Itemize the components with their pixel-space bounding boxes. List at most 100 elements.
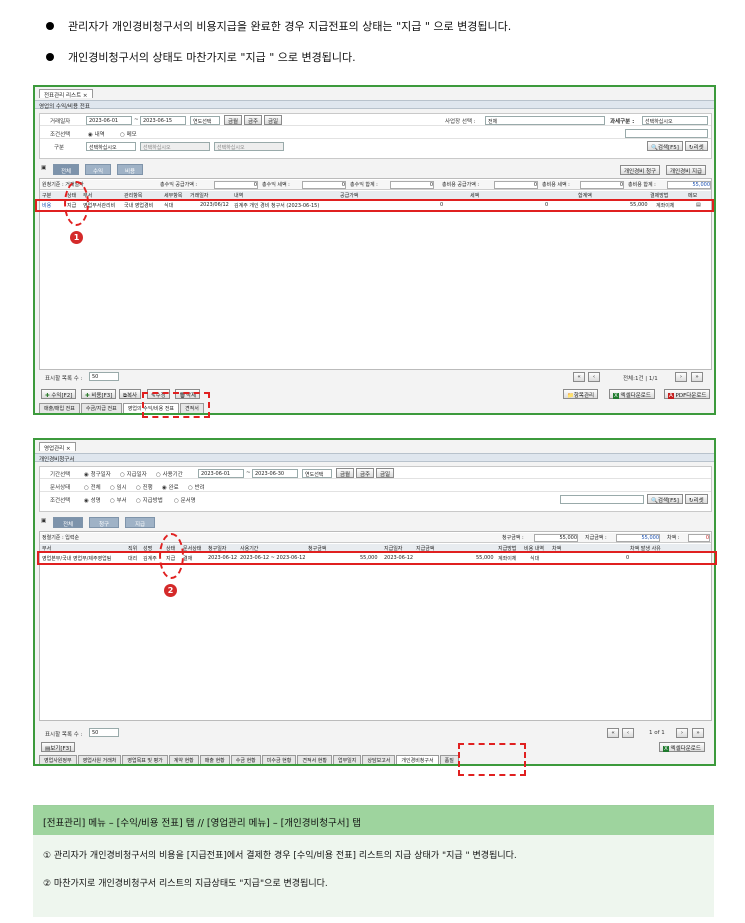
item-manage-button[interactable]: 📁항목관리 [563, 389, 599, 399]
date-from-input[interactable]: 2023-06-01 [86, 116, 132, 125]
prev-page-button[interactable]: ‹ [622, 728, 634, 738]
excel-download-button[interactable]: X 엑셀다운로드 [609, 389, 655, 399]
tab-all[interactable]: 전체 [53, 164, 79, 175]
tab-expense-claim[interactable]: 개인경비청구서 [396, 755, 439, 764]
year-select[interactable]: 연도선택 [190, 116, 220, 125]
this-week-button[interactable]: 금주 [356, 468, 375, 478]
this-month-button[interactable]: 금월 [336, 468, 355, 478]
this-week-button[interactable]: 금주 [244, 115, 263, 125]
kind-select-3[interactable]: 선택하십시오 [214, 142, 284, 151]
search-button[interactable]: 🔍검색[F5] [647, 494, 683, 504]
radio-doc-progress[interactable]: ○ 진행 [136, 483, 153, 491]
radio-name[interactable]: ◉ 성명 [84, 496, 101, 504]
first-page-button[interactable]: « [573, 372, 585, 382]
tab-quote-status[interactable]: 견적서 현황 [297, 755, 332, 764]
today-button[interactable]: 금일 [376, 468, 395, 478]
radio-doc-done[interactable]: ◉ 완료 [162, 483, 179, 491]
tab-contract[interactable]: 계약 현황 [168, 755, 199, 764]
tab-income[interactable]: 수익 [85, 164, 111, 175]
search-button[interactable]: 🔍검색[F5] [647, 141, 683, 151]
kind-select-2[interactable]: 선택하십시오 [140, 142, 210, 151]
tab-quality[interactable]: 품질 [439, 755, 459, 764]
prev-page-button[interactable]: ‹ [588, 372, 600, 382]
btn-label: 비용[F3] [91, 393, 113, 399]
date-to-input[interactable]: 2023-06-30 [252, 469, 298, 478]
tab-collect-status[interactable]: 수금 현황 [230, 755, 261, 764]
date-separator: ~ [134, 117, 139, 123]
this-month-button[interactable]: 금월 [224, 115, 243, 125]
excel-download-button[interactable]: X 엑셀다운로드 [659, 742, 705, 752]
tab-collect-pay[interactable]: 수금/지급 전표 [80, 403, 122, 413]
biz-select[interactable]: 전체 [485, 116, 605, 125]
claim-expense-button[interactable]: 개인경비 청구 [620, 165, 661, 175]
bullet-text: 관리자가 개인경비청구서의 비용지급을 완료한 경우 지급전표의 상태는 "지급… [68, 20, 512, 33]
last-page-button[interactable]: » [691, 372, 703, 382]
tab-cost[interactable]: 비용 [117, 164, 143, 175]
date-from-input[interactable]: 2023-06-01 [198, 469, 244, 478]
col-desc: 내역 [234, 193, 244, 199]
tab-sales-status[interactable]: 매출 현황 [199, 755, 230, 764]
tab-dash-box-1 [142, 392, 210, 418]
btn-label: 항목관리 [573, 393, 595, 399]
pdf-download-button[interactable]: A PDF다운로드 [664, 389, 711, 399]
radio-doc-temp[interactable]: ○ 임시 [110, 483, 127, 491]
radio-pay-method[interactable]: ○ 지급방법 [136, 496, 163, 504]
today-button[interactable]: 금일 [264, 115, 283, 125]
note-header: [전표관리] 메뉴 – [수익/비용 전표] 탭 // [영업관리 메뉴] – … [33, 806, 714, 835]
tab-consult[interactable]: 상담보고서 [362, 755, 396, 764]
marker-2: 2 [164, 584, 177, 597]
radio-doc-reject[interactable]: ○ 반려 [188, 483, 205, 491]
window-tab[interactable]: 전표관리 리스트 × [39, 89, 93, 99]
first-page-button[interactable]: « [607, 728, 619, 738]
reset-button[interactable]: ↻리셋 [685, 494, 708, 504]
tab-claim[interactable]: 청구 [89, 517, 119, 528]
btn-label: PDF다운로드 [675, 393, 707, 399]
tab-sales-purchase[interactable]: 매출/매입 전표 [39, 403, 80, 413]
col-item: 관리항목 [124, 193, 143, 199]
claim-label: 청구금액 : [502, 535, 524, 541]
date-to-input[interactable]: 2023-06-15 [140, 116, 186, 125]
cond-search-input[interactable] [560, 495, 644, 504]
page-info: 전체:1건 | 1/1 [623, 376, 658, 382]
radio-use-period[interactable]: ○ 사용기간 [156, 470, 183, 478]
window-tab[interactable]: 영업관리 × [39, 442, 76, 452]
cond-search-input[interactable] [625, 129, 708, 138]
radio-dept[interactable]: ○ 부서 [110, 496, 127, 504]
filter-panel: 기간선택 ◉ 청구일자 ○ 지급일자 ○ 사용기간 2023-06-01 ~ 2… [39, 466, 712, 512]
tab-goal[interactable]: 영업목표 및 평가 [122, 755, 168, 764]
tax-select[interactable]: 선택하십시오 [642, 116, 708, 125]
cost-tax-label: 총비용 세액 : [542, 182, 570, 188]
btn-label: 엑셀다운로드 [670, 746, 701, 752]
pay-expense-button[interactable]: 개인경비 지급 [666, 165, 707, 175]
tab-paid[interactable]: 지급 [125, 517, 155, 528]
tab-all[interactable]: 전체 [53, 517, 83, 528]
copy-button[interactable]: ⧉복사 [119, 389, 142, 399]
cost-add-button[interactable]: ✚ 비용[F3] [81, 389, 117, 399]
radio-pay-date[interactable]: ○ 지급일자 [120, 470, 147, 478]
income-add-button[interactable]: ✚ 수익[F2] [41, 389, 77, 399]
view-button[interactable]: ▤보기[F3] [41, 742, 76, 752]
tab-staff-client[interactable]: 영업사원 거래처 [77, 755, 122, 764]
search-icon: 🔍 [651, 498, 658, 504]
radio-label: 반려 [194, 485, 205, 491]
tab-work-log[interactable]: 업무일지 [332, 755, 362, 764]
tab-receivable[interactable]: 미수금 현황 [261, 755, 297, 764]
last-page-button[interactable]: » [692, 728, 704, 738]
kind-select-1[interactable]: 선택하십시오 [86, 142, 136, 151]
radio-claim-date[interactable]: ◉ 청구일자 [84, 470, 111, 478]
col-date: 거래일자 [190, 193, 209, 199]
radio-doc-name[interactable]: ○ 문서명 [174, 496, 196, 504]
next-page-button[interactable]: › [675, 372, 687, 382]
cond-radio-desc[interactable]: ◉ 내역 [88, 130, 105, 138]
radio-label: 내역 [94, 132, 105, 138]
cond-radio-memo[interactable]: ○ 메모 [120, 130, 137, 138]
radio-doc-all[interactable]: ○ 전체 [84, 483, 101, 491]
reset-button[interactable]: ↻리셋 [685, 141, 708, 151]
radio-label: 부서 [116, 498, 127, 504]
year-select[interactable]: 연도선택 [302, 469, 332, 478]
next-page-button[interactable]: › [676, 728, 688, 738]
page-size-select[interactable]: 50 [89, 728, 119, 737]
tab-sales-staff[interactable]: 영업사원정부 [39, 755, 77, 764]
page-size-select[interactable]: 50 [89, 372, 119, 381]
bottom-tab-strip: 영업사원정부 영업사원 거래처 영업목표 및 평가 계약 현황 매출 현황 수금… [39, 755, 714, 764]
